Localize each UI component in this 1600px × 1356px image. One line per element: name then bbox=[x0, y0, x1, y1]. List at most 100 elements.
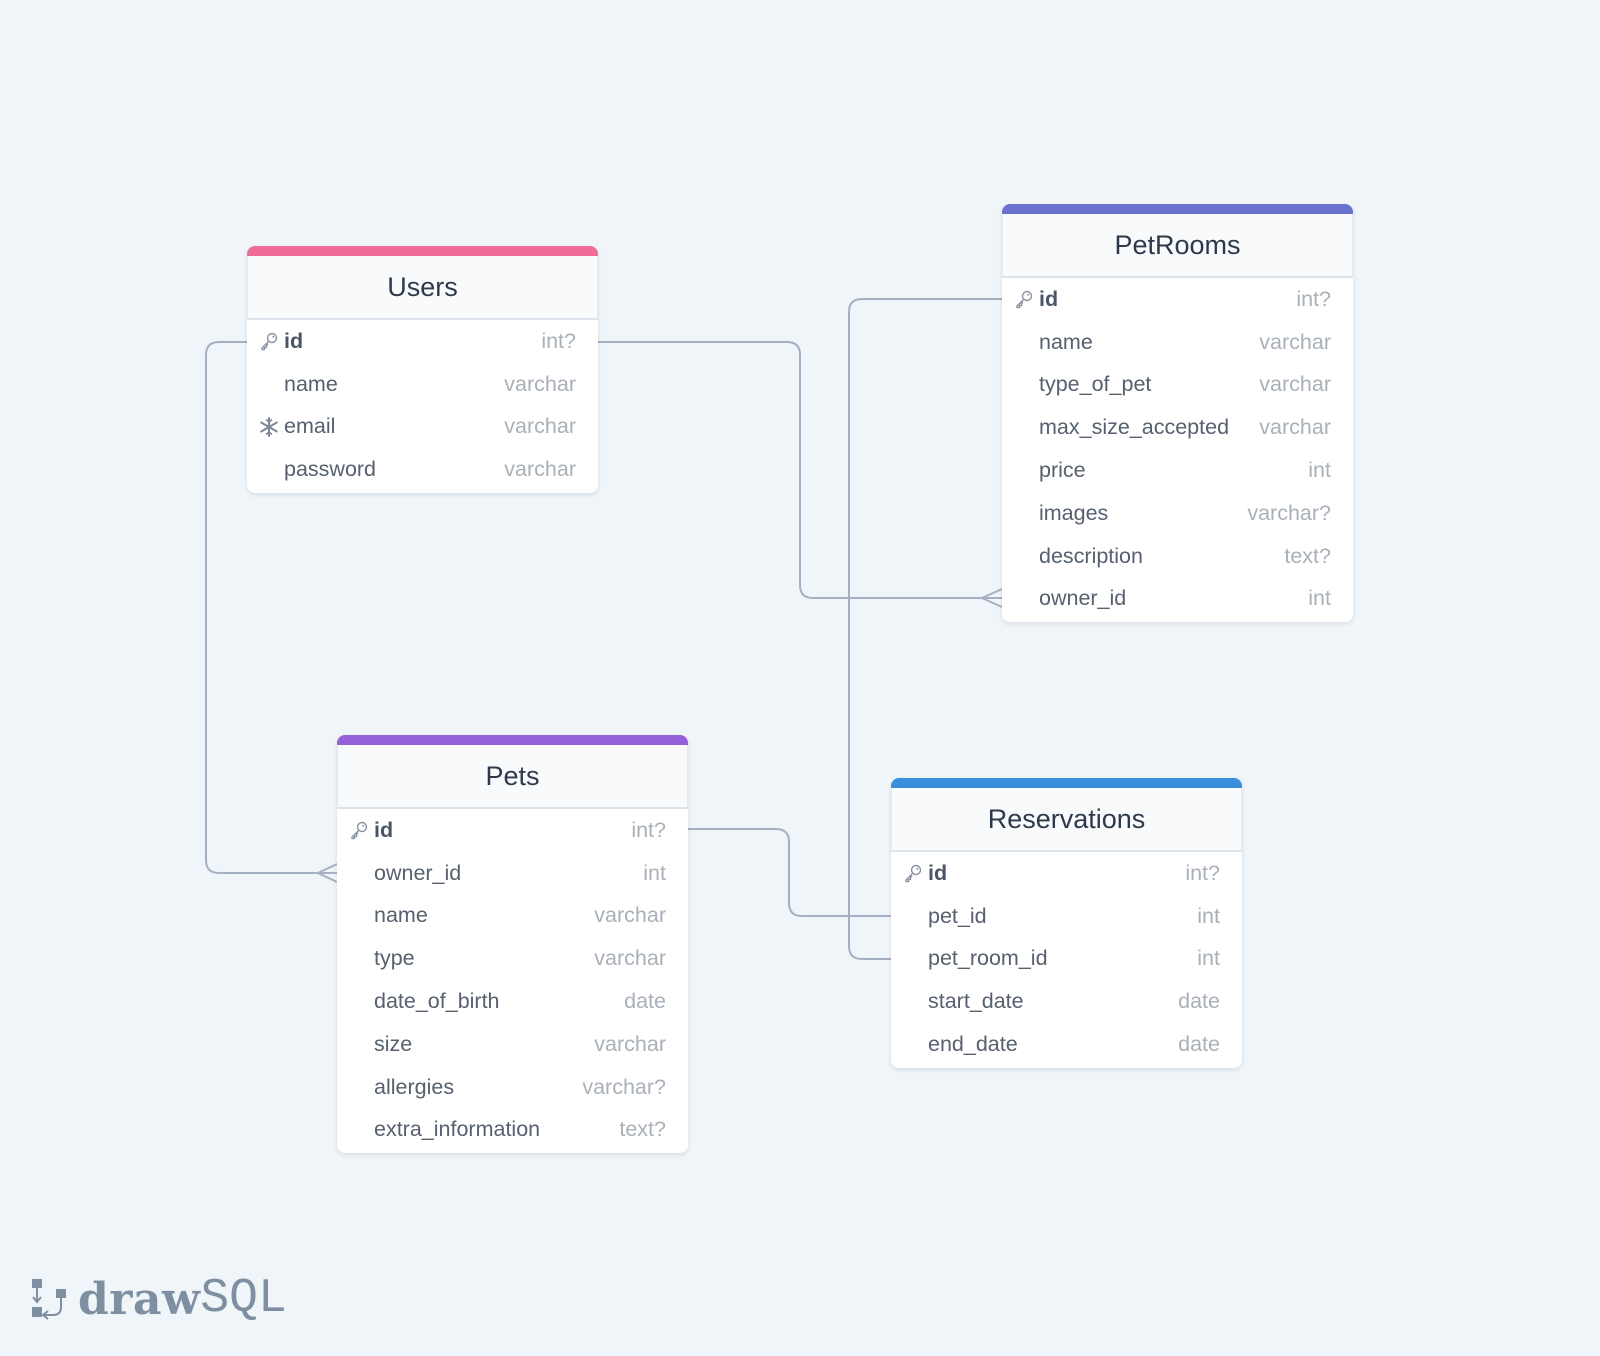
table-title[interactable]: Reservations bbox=[891, 788, 1242, 852]
logo-text-draw: draw bbox=[78, 1273, 201, 1325]
drawsql-logo-icon bbox=[32, 1279, 66, 1320]
field-type: int? bbox=[1185, 860, 1220, 885]
field-list: id int? owner_id int name varchar type varchar d… bbox=[337, 809, 688, 1153]
crows-foot-pets-owner bbox=[315, 863, 338, 883]
field-name: id bbox=[928, 860, 948, 885]
field-row-start-date[interactable]: start_date date bbox=[891, 980, 1242, 1023]
field-name: owner_id bbox=[1039, 586, 1127, 611]
field-name: id bbox=[374, 817, 394, 842]
field-row-allergies[interactable]: allergies varchar? bbox=[337, 1066, 688, 1109]
table-title[interactable]: Pets bbox=[337, 745, 688, 809]
field-list: id int? name varchar type_of_pet varchar max_s… bbox=[1002, 278, 1353, 622]
field-row-email[interactable]: email varchar bbox=[247, 406, 598, 449]
field-type: varchar bbox=[504, 371, 576, 396]
field-name: max_size_accepted bbox=[1039, 415, 1230, 440]
field-name: email bbox=[284, 414, 336, 439]
table-users[interactable]: Users id int? name varchar email varchar passw… bbox=[247, 246, 598, 494]
field-type: varchar bbox=[1259, 372, 1331, 397]
field-name: name bbox=[284, 371, 338, 396]
field-row-price[interactable]: price int bbox=[1002, 449, 1353, 492]
field-list: id int? name varchar email varchar password var… bbox=[247, 320, 598, 493]
field-type: int bbox=[1197, 903, 1220, 928]
table-color-bar bbox=[1002, 204, 1353, 214]
field-name: allergies bbox=[374, 1074, 455, 1099]
field-row-size[interactable]: size varchar bbox=[337, 1023, 688, 1066]
field-row-end-date[interactable]: end_date date bbox=[891, 1023, 1242, 1066]
key-icon bbox=[902, 862, 924, 884]
field-row-type[interactable]: type varchar bbox=[337, 937, 688, 980]
field-row-id[interactable]: id int? bbox=[247, 320, 598, 363]
field-row-pet-id[interactable]: pet_id int bbox=[891, 895, 1242, 938]
field-name: id bbox=[284, 328, 304, 353]
field-type: int bbox=[1308, 586, 1331, 611]
field-name: extra_information bbox=[374, 1117, 541, 1142]
field-type: int bbox=[1197, 946, 1220, 971]
field-name: name bbox=[1039, 329, 1093, 354]
field-type: varchar bbox=[504, 457, 576, 482]
field-name: end_date bbox=[928, 1032, 1018, 1057]
field-name: type bbox=[374, 946, 415, 971]
field-name: size bbox=[374, 1031, 413, 1056]
relation-pets-reservations[interactable] bbox=[688, 828, 891, 917]
relationship-connectors bbox=[205, 298, 1003, 960]
field-name: name bbox=[374, 903, 428, 928]
field-row-name[interactable]: name varchar bbox=[1002, 321, 1353, 364]
crows-foot-petrooms-owner bbox=[979, 588, 1003, 608]
field-name: owner_id bbox=[374, 860, 462, 885]
field-type: varchar bbox=[594, 946, 666, 971]
field-type: varchar bbox=[594, 903, 666, 928]
field-row-id[interactable]: id int? bbox=[1002, 278, 1353, 321]
field-row-password[interactable]: password varchar bbox=[247, 448, 598, 491]
table-title[interactable]: Users bbox=[247, 256, 598, 320]
table-pets[interactable]: Pets id int? owner_id int name varchar type var… bbox=[337, 735, 688, 1154]
field-list: id int? pet_id int pet_room_id int start_date d… bbox=[891, 852, 1242, 1068]
table-color-bar bbox=[247, 246, 598, 256]
field-type: varchar? bbox=[1247, 500, 1331, 525]
field-type: varchar bbox=[1259, 329, 1331, 354]
field-type: varchar bbox=[504, 414, 576, 439]
table-title[interactable]: PetRooms bbox=[1002, 214, 1353, 278]
field-type: date bbox=[624, 989, 666, 1014]
field-type: int? bbox=[631, 817, 666, 842]
field-name: id bbox=[1039, 286, 1059, 311]
field-row-owner-id[interactable]: owner_id int bbox=[1002, 578, 1353, 621]
key-icon bbox=[258, 330, 280, 352]
field-row-name[interactable]: name varchar bbox=[247, 363, 598, 406]
field-name: date_of_birth bbox=[374, 989, 500, 1014]
table-color-bar bbox=[337, 735, 688, 745]
field-type: varchar bbox=[594, 1031, 666, 1056]
key-icon bbox=[1013, 288, 1035, 310]
field-name: password bbox=[284, 457, 377, 482]
table-petrooms[interactable]: PetRooms id int? name varchar type_of_pet var… bbox=[1002, 204, 1353, 623]
field-row-date-of-birth[interactable]: date_of_birth date bbox=[337, 980, 688, 1023]
logo-text-sql: SQL bbox=[200, 1272, 287, 1326]
field-name: start_date bbox=[928, 989, 1024, 1014]
field-row-id[interactable]: id int? bbox=[337, 809, 688, 852]
field-type: text? bbox=[619, 1117, 666, 1142]
field-name: pet_room_id bbox=[928, 946, 1048, 971]
field-row-pet-room-id[interactable]: pet_room_id int bbox=[891, 938, 1242, 981]
field-name: images bbox=[1039, 500, 1109, 525]
field-row-owner-id[interactable]: owner_id int bbox=[337, 852, 688, 895]
field-type: varchar? bbox=[582, 1074, 666, 1099]
field-name: pet_id bbox=[928, 903, 987, 928]
table-color-bar bbox=[891, 778, 1242, 788]
field-name: type_of_pet bbox=[1039, 372, 1152, 397]
field-row-type-of-pet[interactable]: type_of_pet varchar bbox=[1002, 364, 1353, 407]
field-type: int? bbox=[1296, 286, 1331, 311]
table-reservations[interactable]: Reservations id int? pet_id int pet_room_id i… bbox=[891, 778, 1242, 1068]
field-row-extra-information[interactable]: extra_information text? bbox=[337, 1109, 688, 1152]
field-row-id[interactable]: id int? bbox=[891, 852, 1242, 895]
field-type: date bbox=[1178, 1032, 1220, 1057]
field-row-description[interactable]: description text? bbox=[1002, 535, 1353, 578]
field-row-max-size-accepted[interactable]: max_size_accepted varchar bbox=[1002, 406, 1353, 449]
relation-users-petrooms[interactable] bbox=[598, 341, 1002, 599]
field-type: int? bbox=[541, 328, 576, 353]
field-name: description bbox=[1039, 543, 1143, 568]
field-row-name[interactable]: name varchar bbox=[337, 895, 688, 938]
field-row-images[interactable]: images varchar? bbox=[1002, 492, 1353, 535]
field-type: date bbox=[1178, 989, 1220, 1014]
field-type: int bbox=[1308, 458, 1331, 483]
drawsql-logo[interactable]: draw SQL bbox=[30, 1272, 287, 1326]
key-icon bbox=[348, 819, 370, 841]
